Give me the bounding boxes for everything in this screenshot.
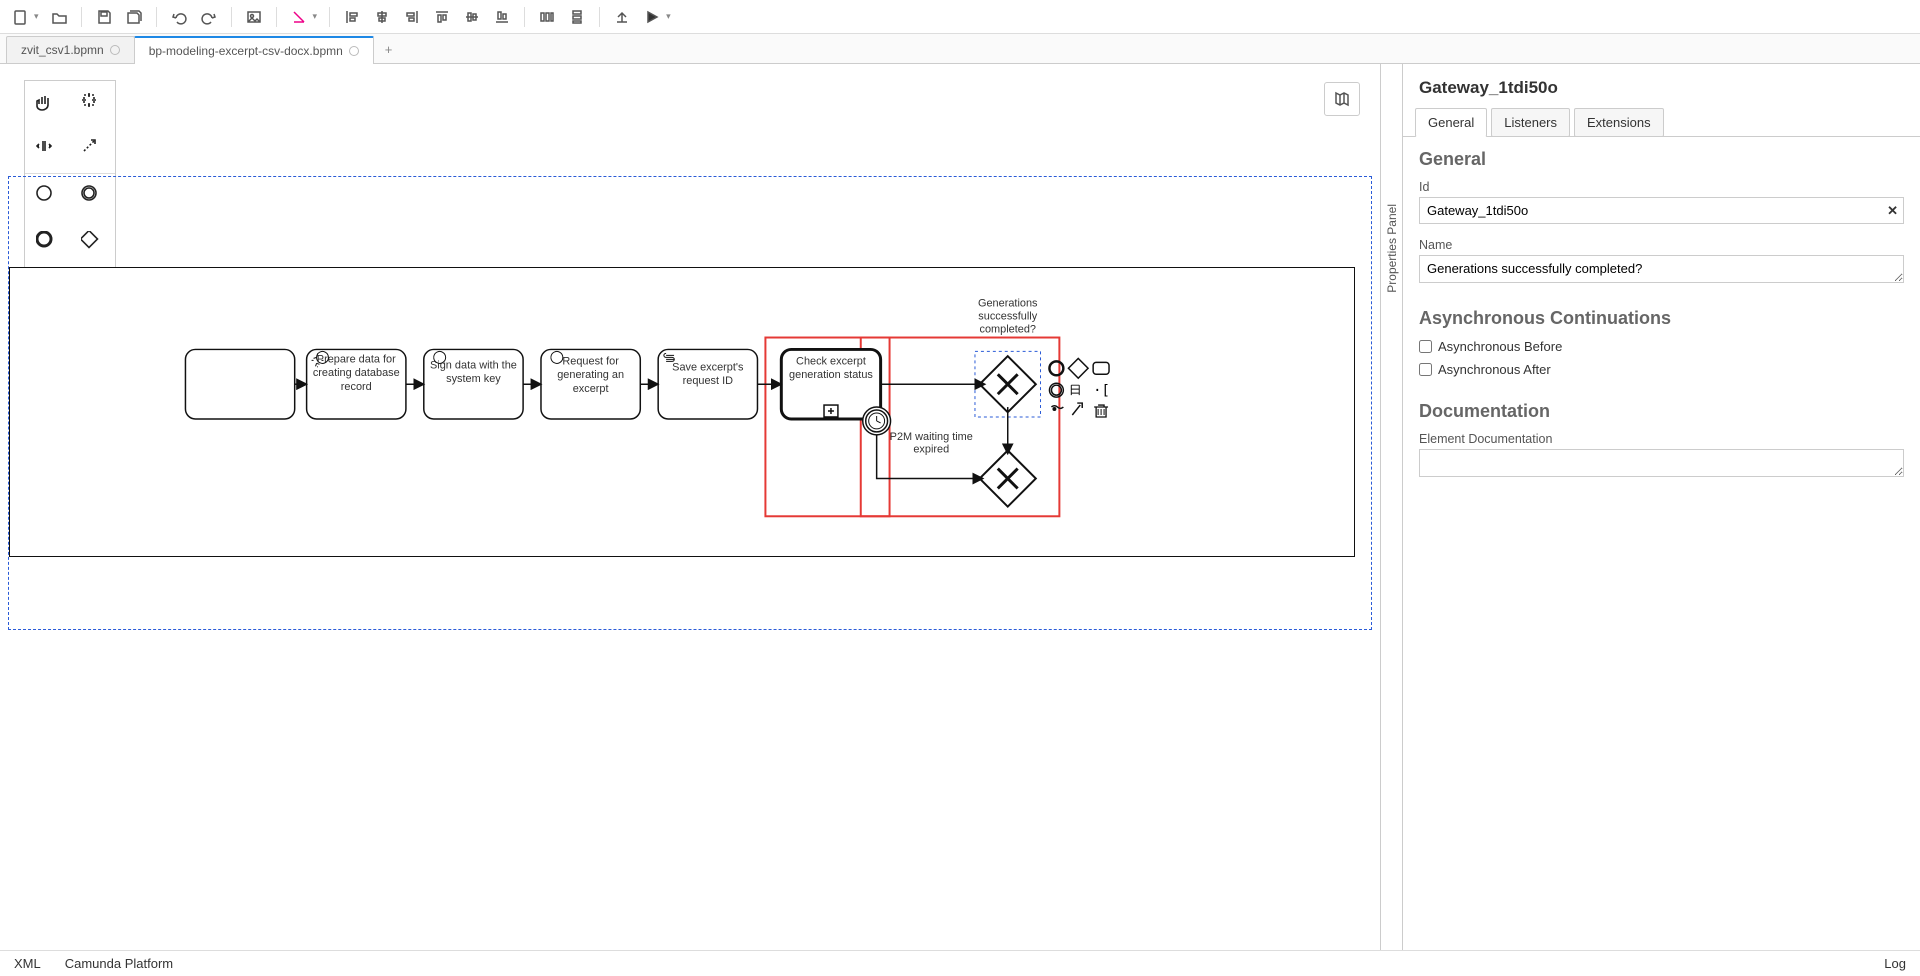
open-file-button[interactable]: [45, 3, 73, 31]
tab-active[interactable]: bp-modeling-excerpt-csv-docx.bpmn: [134, 36, 374, 64]
align-center-h-button[interactable]: [368, 3, 396, 31]
ctx-task[interactable]: [1093, 362, 1109, 374]
async-before-checkbox[interactable]: [1419, 340, 1432, 353]
doc-label: Element Documentation: [1419, 432, 1904, 446]
section-doc-heading: Documentation: [1403, 389, 1920, 428]
tab-label: zvit_csv1.bpmn: [21, 43, 104, 57]
color-fill-button[interactable]: [285, 3, 313, 31]
ctx-gateway[interactable]: [1068, 358, 1088, 378]
section-general-heading: General: [1403, 137, 1920, 176]
toolbar-separator: [276, 7, 277, 27]
properties-tabs: General Listeners Extensions: [1403, 108, 1920, 137]
toolbar-separator: [81, 7, 82, 27]
properties-tab-extensions[interactable]: Extensions: [1574, 108, 1664, 137]
run-button[interactable]: [638, 3, 666, 31]
name-label: Name: [1419, 238, 1904, 252]
toolbar-separator: [156, 7, 157, 27]
properties-tab-general[interactable]: General: [1415, 108, 1487, 137]
properties-panel-label: Properties Panel: [1385, 204, 1399, 293]
ctx-end-event[interactable]: [1049, 361, 1063, 375]
tab-label: bp-modeling-excerpt-csv-docx.bpmn: [149, 44, 343, 58]
bpmn-pool[interactable]: Prepare data for creating database recor…: [9, 267, 1355, 557]
connect-tool[interactable]: [70, 127, 115, 173]
color-dropdown[interactable]: ▾: [313, 11, 318, 22]
image-export-button[interactable]: [240, 3, 268, 31]
toolbar-separator: [329, 7, 330, 27]
properties-title: Gateway_1tdi50o: [1403, 64, 1920, 108]
space-tool[interactable]: [25, 127, 70, 173]
align-center-v-button[interactable]: [458, 3, 486, 31]
status-log[interactable]: Log: [1884, 956, 1906, 971]
save-button[interactable]: [90, 3, 118, 31]
toolbar-separator: [599, 7, 600, 27]
editor-tabbar: zvit_csv1.bpmn bp-modeling-excerpt-csv-d…: [0, 34, 1920, 64]
task-request[interactable]: Request for generating an excerpt: [541, 349, 640, 419]
id-label: Id: [1419, 180, 1904, 194]
async-after-label: Asynchronous After: [1438, 362, 1551, 377]
gateway-label: Generations successfully completed?: [960, 298, 1055, 337]
async-after-checkbox[interactable]: [1419, 363, 1432, 376]
ctx-text-annotation[interactable]: ·[: [1093, 383, 1110, 399]
task-prepare[interactable]: Prepare data for creating database recor…: [307, 349, 406, 419]
save-all-button[interactable]: [120, 3, 148, 31]
id-input[interactable]: [1419, 197, 1904, 224]
participant-selection: Prepare data for creating database recor…: [8, 176, 1372, 630]
hand-tool[interactable]: [25, 81, 70, 127]
task-save[interactable]: Save excerpt's request ID: [658, 349, 757, 419]
section-async-heading: Asynchronous Continuations: [1403, 296, 1920, 335]
minimap-toggle[interactable]: [1324, 82, 1360, 116]
tab-inactive[interactable]: zvit_csv1.bpmn: [6, 36, 135, 63]
call-activity-check[interactable]: Check excerpt generation status: [781, 349, 880, 419]
properties-panel: Properties Panel Gateway_1tdi50o General…: [1380, 64, 1920, 950]
doc-input[interactable]: [1419, 449, 1904, 477]
align-bottom-button[interactable]: [488, 3, 516, 31]
run-dropdown[interactable]: ▾: [666, 11, 671, 22]
task-sign[interactable]: Sign data with the system key: [424, 349, 523, 419]
new-file-dropdown[interactable]: ▾: [34, 11, 39, 22]
gateway-merge[interactable]: [980, 450, 1036, 506]
undo-button[interactable]: [165, 3, 193, 31]
properties-tab-listeners[interactable]: Listeners: [1491, 108, 1570, 137]
align-left-button[interactable]: [338, 3, 366, 31]
ctx-connect[interactable]: [1072, 403, 1082, 415]
lasso-tool[interactable]: [70, 81, 115, 127]
distribute-h-button[interactable]: [533, 3, 561, 31]
align-top-button[interactable]: [428, 3, 456, 31]
ctx-annotation[interactable]: [1071, 385, 1079, 395]
tab-close-icon[interactable]: [349, 46, 359, 56]
redo-button[interactable]: [195, 3, 223, 31]
toolbar-separator: [231, 7, 232, 27]
clear-id-icon[interactable]: ✕: [1887, 203, 1898, 219]
main-toolbar: ▾ ▾ ▾: [0, 0, 1920, 34]
align-right-button[interactable]: [398, 3, 426, 31]
timer-label: P2M waiting time expired: [887, 431, 976, 457]
deploy-button[interactable]: [608, 3, 636, 31]
diagram-canvas[interactable]: Prepare data for creating database recor…: [0, 64, 1380, 950]
status-xml[interactable]: XML: [14, 956, 41, 971]
async-before-label: Asynchronous Before: [1438, 339, 1562, 354]
status-platform[interactable]: Camunda Platform: [65, 956, 173, 971]
ctx-delete[interactable]: [1094, 405, 1108, 417]
toolbar-separator: [524, 7, 525, 27]
tab-add-button[interactable]: +: [373, 36, 405, 63]
properties-panel-toggle[interactable]: Properties Panel: [1381, 64, 1403, 950]
status-bar: XML Camunda Platform Log: [0, 950, 1920, 976]
new-file-button[interactable]: [6, 3, 34, 31]
name-input[interactable]: [1419, 255, 1904, 283]
tab-close-icon[interactable]: [110, 45, 120, 55]
distribute-v-button[interactable]: [563, 3, 591, 31]
